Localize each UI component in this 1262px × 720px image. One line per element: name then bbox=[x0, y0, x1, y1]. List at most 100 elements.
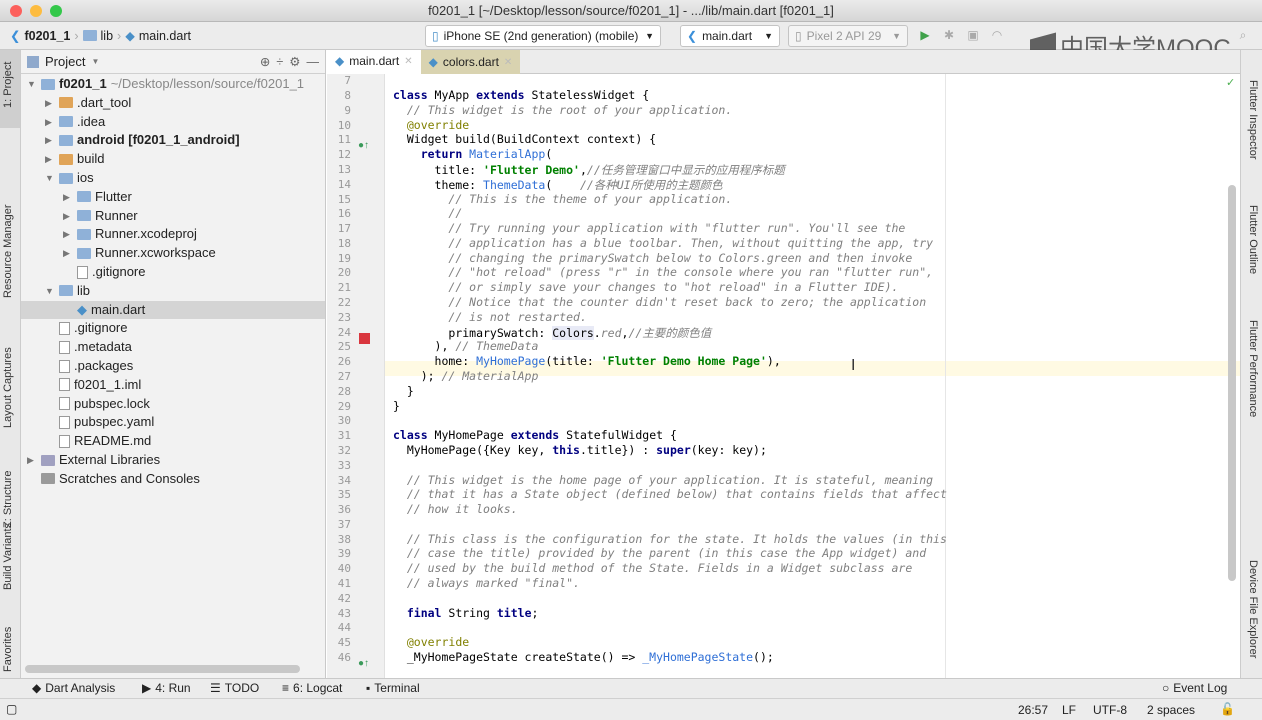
code-line: // This is the theme of your application… bbox=[393, 192, 732, 206]
gear-icon[interactable]: ⚙ bbox=[289, 54, 300, 69]
device-selector[interactable]: ▯ iPhone SE (2nd generation) (mobile) ▼ bbox=[425, 25, 661, 47]
line-number: 14 bbox=[337, 177, 351, 191]
tree-item[interactable]: Scratches and Consoles bbox=[27, 470, 200, 488]
tree-item[interactable]: ▼ ios bbox=[45, 169, 94, 187]
line-number: 22 bbox=[337, 296, 351, 310]
tree-item[interactable]: README.md bbox=[45, 432, 151, 450]
file-encoding[interactable]: UTF-8 bbox=[1093, 703, 1127, 717]
expanded-arrow-icon[interactable]: ▼ bbox=[27, 75, 37, 93]
expanded-arrow-icon[interactable]: ▼ bbox=[45, 282, 55, 300]
tree-item[interactable]: ▶ Flutter bbox=[63, 188, 132, 206]
run-icon[interactable]: ▶ bbox=[918, 28, 932, 42]
code-token: // ThemeData bbox=[455, 339, 539, 354]
tree-item[interactable]: .metadata bbox=[45, 338, 132, 356]
tool-flutter-outline[interactable]: Flutter Outline bbox=[1247, 205, 1259, 274]
tree-item[interactable]: ▶ Runner.xcodeproj bbox=[63, 225, 197, 243]
todo-button[interactable]: ☰ TODO bbox=[210, 681, 259, 695]
dart-file-icon: ◆ bbox=[77, 301, 87, 317]
toggle-tool-windows-icon[interactable]: ▢ bbox=[6, 702, 17, 716]
tree-item[interactable]: ▶ Runner bbox=[63, 207, 138, 225]
breadcrumb-file[interactable]: main.dart bbox=[139, 29, 191, 43]
line-number: 33 bbox=[337, 458, 351, 472]
collapse-all-icon[interactable]: ÷ bbox=[276, 55, 283, 69]
collapsed-arrow-icon[interactable]: ▶ bbox=[45, 150, 55, 168]
terminal-button[interactable]: ▪ Terminal bbox=[366, 681, 420, 695]
tree-item-label: main.dart bbox=[91, 301, 146, 317]
tree-item[interactable]: ◆ main.dart bbox=[21, 300, 325, 319]
override-marker-icon[interactable]: ●↑ bbox=[358, 140, 369, 151]
tree-item[interactable]: .packages bbox=[45, 357, 133, 375]
run-button[interactable]: ▶ 4: Run bbox=[142, 681, 191, 695]
logcat-button[interactable]: ≡ 6: Logcat bbox=[282, 681, 342, 695]
indent-setting[interactable]: 2 spaces bbox=[1147, 703, 1195, 717]
attach-icon[interactable]: ▣ bbox=[966, 28, 980, 42]
tree-item[interactable]: ▶ External Libraries bbox=[27, 451, 160, 469]
tab-colors-dart[interactable]: ◆ colors.dart ✕ bbox=[420, 50, 521, 74]
zoom-window-button[interactable] bbox=[50, 5, 62, 17]
debug-icon[interactable]: ✱ bbox=[942, 28, 956, 42]
tool-project[interactable]: 1: Project bbox=[2, 62, 14, 108]
breadcrumb-project[interactable]: f0201_1 bbox=[24, 29, 70, 43]
close-tab-icon[interactable]: ✕ bbox=[404, 56, 412, 67]
tree-item[interactable]: ▶ build bbox=[45, 150, 104, 168]
tree-item[interactable]: ▶ android [f0201_1_android] bbox=[45, 131, 240, 149]
dart-analysis-button[interactable]: ◆ Dart Analysis bbox=[32, 681, 115, 695]
tool-flutter-inspector[interactable]: Flutter Inspector bbox=[1247, 80, 1259, 159]
tab-main-dart[interactable]: ◆ main.dart ✕ bbox=[327, 50, 421, 74]
profile-icon[interactable]: ◠ bbox=[990, 28, 1004, 42]
collapsed-arrow-icon[interactable]: ▶ bbox=[27, 451, 37, 469]
tool-device-file-explorer[interactable]: Device File Explorer bbox=[1247, 560, 1259, 658]
tree-item[interactable]: ▶ Runner.xcworkspace bbox=[63, 244, 216, 262]
code-token: home: bbox=[393, 354, 477, 369]
locate-icon[interactable]: ⊕ bbox=[260, 54, 270, 69]
close-tab-icon[interactable]: ✕ bbox=[504, 57, 512, 68]
collapsed-arrow-icon[interactable]: ▶ bbox=[63, 244, 73, 262]
tree-item[interactable]: ▶ .idea bbox=[45, 113, 105, 131]
tree-item[interactable]: pubspec.lock bbox=[45, 395, 150, 413]
breadcrumb: ❮ f0201_1 › lib › ◆ main.dart bbox=[10, 28, 191, 44]
code-line: return MaterialApp( bbox=[393, 147, 553, 161]
tool-layout-captures[interactable]: Layout Captures bbox=[2, 347, 14, 428]
line-number: 42 bbox=[337, 591, 351, 605]
tool-structure[interactable]: Z: Structure bbox=[2, 471, 14, 528]
tool-favorites[interactable]: Favorites bbox=[2, 627, 14, 672]
caret-position[interactable]: 26:57 bbox=[1018, 703, 1048, 717]
hide-icon[interactable]: — bbox=[307, 55, 320, 69]
minimize-window-button[interactable] bbox=[30, 5, 42, 17]
collapsed-arrow-icon[interactable]: ▶ bbox=[63, 188, 73, 206]
line-separator[interactable]: LF bbox=[1062, 703, 1076, 717]
tool-resource-manager[interactable]: Resource Manager bbox=[2, 204, 14, 298]
tree-item[interactable]: ▼ lib bbox=[45, 282, 90, 300]
tree-item[interactable]: .gitignore bbox=[63, 263, 145, 281]
tree-item[interactable]: f0201_1.iml bbox=[45, 376, 141, 394]
project-view-selector[interactable]: Project bbox=[45, 54, 85, 69]
lock-icon[interactable]: 🔓 bbox=[1220, 702, 1235, 716]
tool-flutter-performance[interactable]: Flutter Performance bbox=[1247, 320, 1259, 417]
tree-item-label: build bbox=[77, 151, 105, 167]
breadcrumb-lib[interactable]: lib bbox=[101, 29, 114, 43]
collapsed-arrow-icon[interactable]: ▶ bbox=[45, 113, 55, 131]
collapsed-arrow-icon[interactable]: ▶ bbox=[63, 225, 73, 243]
collapsed-arrow-icon[interactable]: ▶ bbox=[45, 131, 55, 149]
tree-item[interactable]: pubspec.yaml bbox=[45, 413, 154, 431]
close-window-button[interactable] bbox=[10, 5, 22, 17]
tree-item[interactable]: .gitignore bbox=[45, 319, 127, 337]
run-config-selector[interactable]: ❮ main.dart ▼ bbox=[680, 25, 780, 47]
collapsed-arrow-icon[interactable]: ▶ bbox=[63, 207, 73, 225]
file-icon bbox=[77, 265, 88, 279]
code-token: Colors bbox=[552, 325, 594, 340]
tool-build-variants[interactable]: Build Variants bbox=[2, 523, 14, 590]
collapsed-arrow-icon[interactable]: ▶ bbox=[45, 94, 55, 112]
horizontal-scrollbar[interactable] bbox=[25, 665, 300, 673]
code-token: // changing the primarySwatch below to C… bbox=[448, 250, 913, 265]
code-token: ; bbox=[531, 605, 539, 620]
event-log-button[interactable]: ○ Event Log bbox=[1162, 681, 1227, 695]
editor-scrollbar[interactable] bbox=[1228, 185, 1236, 581]
tree-item[interactable]: ▼ f0201_1 ~/Desktop/lesson/source/f0201_1 bbox=[27, 75, 304, 93]
expanded-arrow-icon[interactable]: ▼ bbox=[45, 169, 55, 187]
emulator-selector[interactable]: ▯ Pixel 2 API 29 ▼ bbox=[788, 25, 908, 47]
override-marker-icon[interactable]: ●↑ bbox=[358, 658, 369, 669]
tree-item[interactable]: ▶ .dart_tool bbox=[45, 94, 131, 112]
search-everywhere-icon[interactable]: ⌕ bbox=[1236, 28, 1250, 42]
